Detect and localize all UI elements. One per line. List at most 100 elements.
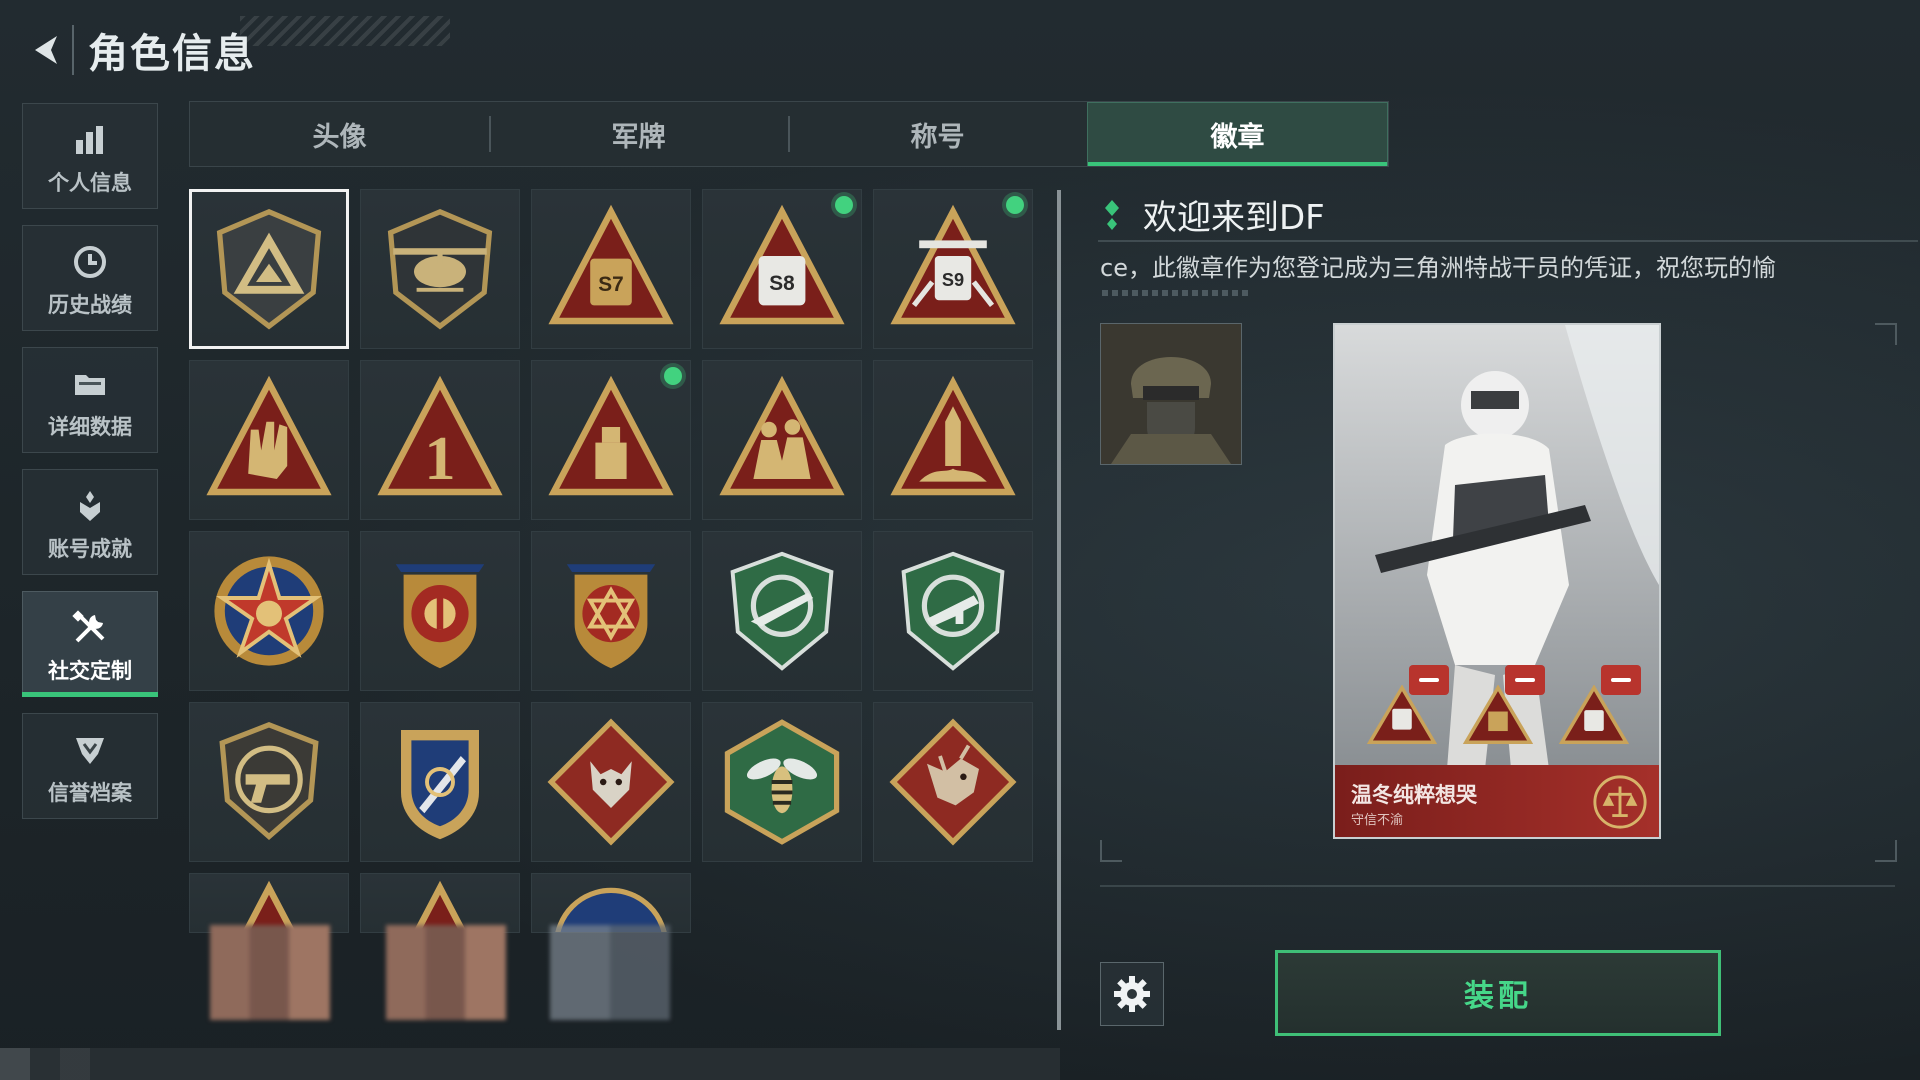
badge-cell[interactable] — [531, 360, 691, 520]
wasp-hexagon-badge-icon — [724, 719, 840, 845]
gear-icon — [1114, 976, 1150, 1012]
settings-button[interactable] — [1100, 962, 1164, 1026]
rocket-badge-icon — [890, 375, 1016, 496]
frame-corner — [1875, 840, 1897, 862]
s9-triangle-badge-icon: S9 — [890, 204, 1016, 325]
tab-avatar[interactable]: 头像 — [190, 102, 489, 166]
divider — [1100, 885, 1895, 887]
avatar[interactable] — [1100, 323, 1242, 465]
badge-cell[interactable] — [189, 702, 349, 862]
badge-cell[interactable] — [189, 360, 349, 520]
back-button[interactable] — [22, 25, 74, 75]
usb-triangle-badge-icon — [548, 375, 674, 496]
badge-cell[interactable] — [531, 531, 691, 691]
badge-cell[interactable] — [189, 189, 349, 349]
new-indicator-dot — [664, 367, 682, 385]
badge-cell[interactable] — [702, 531, 862, 691]
tools-icon — [72, 610, 105, 643]
sidebar-item-social[interactable]: 社交定制 — [22, 591, 158, 697]
delta-shield-badge-icon — [216, 208, 322, 330]
s8-triangle-badge-icon: S8 — [719, 204, 845, 325]
badge-cell[interactable] — [189, 873, 349, 933]
sidebar-item-label: 详细数据 — [48, 415, 132, 439]
remove-badge-button[interactable] — [1409, 665, 1449, 695]
sidebar-item-label: 历史战绩 — [48, 293, 132, 317]
badge-cell[interactable]: S8 — [702, 189, 862, 349]
badge-cell[interactable] — [873, 360, 1033, 520]
sidebar: 个人信息 历史战绩 详细数据 账号成就 社交定制 信誉档案 — [22, 103, 160, 835]
tab-dog-tag[interactable]: 军牌 — [489, 102, 788, 166]
scroll-indicator — [1102, 290, 1252, 296]
blurred-badge — [386, 925, 506, 1020]
bottom-strip — [0, 1048, 1060, 1080]
remove-badge-button[interactable] — [1505, 665, 1545, 695]
badge-cell[interactable]: S7 — [531, 189, 691, 349]
tab-badge[interactable]: 徽章 — [1087, 102, 1388, 166]
sidebar-item-label: 账号成就 — [48, 537, 132, 561]
sidebar-item-profile[interactable]: 个人信息 — [22, 103, 158, 209]
grid-scrollbar[interactable] — [1057, 190, 1061, 1030]
title-decoration — [240, 16, 450, 46]
remove-badge-button[interactable] — [1601, 665, 1641, 695]
scales-emblem-icon — [1593, 775, 1647, 829]
badge-cell[interactable] — [360, 702, 520, 862]
dragon-diamond-badge-icon — [889, 718, 1017, 846]
tab-bar: 头像 军牌 称号 徽章 — [189, 101, 1389, 167]
pistol-shield-badge-icon — [219, 722, 319, 841]
soldiers-badge-icon — [719, 375, 845, 496]
svg-text:S9: S9 — [942, 270, 964, 290]
diamond-marker-icon — [1105, 199, 1119, 230]
soldier-portrait-image — [1101, 324, 1241, 464]
profile-card-preview: 温冬纯粹想哭 守信不渝 — [1333, 323, 1661, 839]
badge-detail-header: 欢迎来到DF — [1105, 190, 1325, 239]
svg-text:S8: S8 — [769, 272, 794, 295]
badge-detail-title: 欢迎来到DF — [1143, 198, 1325, 238]
wolf-diamond-badge-icon — [547, 718, 675, 846]
card-footer: 温冬纯粹想哭 守信不渝 — [1335, 765, 1659, 837]
trophy-icon — [80, 491, 100, 521]
green-rifle-badge-icon — [730, 551, 834, 671]
badge-cell[interactable] — [360, 531, 520, 691]
badge-cell[interactable] — [531, 702, 691, 862]
s7-triangle-badge-icon: S7 — [548, 204, 674, 325]
crest-shield-badge-icon — [395, 564, 485, 669]
knife-crest-badge-icon — [401, 730, 479, 840]
number-one-badge-icon: 1 — [377, 375, 503, 496]
sidebar-item-label: 社交定制 — [48, 659, 132, 683]
svg-text:S7: S7 — [598, 273, 623, 296]
new-indicator-dot — [835, 196, 853, 214]
green-smg-badge-icon — [901, 551, 1005, 671]
folder-icon — [75, 375, 105, 395]
card-player-name: 温冬纯粹想哭 — [1351, 783, 1477, 807]
divider — [1098, 240, 1918, 242]
sidebar-item-label: 个人信息 — [48, 171, 132, 195]
badge-cell[interactable] — [873, 531, 1033, 691]
new-indicator-dot — [1006, 196, 1024, 214]
blurred-badge — [210, 925, 330, 1020]
clock-icon — [74, 246, 106, 278]
bar-chart-icon — [76, 126, 103, 154]
tab-title[interactable]: 称号 — [788, 102, 1087, 166]
badge-cell[interactable]: S9 — [873, 189, 1033, 349]
badge-cell[interactable] — [531, 873, 691, 933]
equip-button[interactable]: 装配 — [1275, 950, 1721, 1036]
badge-cell[interactable] — [360, 873, 520, 933]
sidebar-item-history[interactable]: 历史战绩 — [22, 225, 158, 331]
svg-text:1: 1 — [424, 424, 455, 493]
badge-cell[interactable]: 1 — [360, 360, 520, 520]
badge-cell[interactable] — [702, 360, 862, 520]
badge-cell[interactable] — [873, 702, 1033, 862]
badge-cell[interactable] — [189, 531, 349, 691]
frame-corner — [1875, 323, 1897, 345]
badge-description: ce，此徽章作为您登记成为三角洲特战干员的凭证，祝您玩的愉 — [1100, 254, 1776, 282]
shield-check-icon — [76, 738, 104, 764]
sidebar-item-achievements[interactable]: 账号成就 — [22, 469, 158, 575]
back-arrow-icon — [35, 36, 57, 64]
star-wreath-badge-icon — [214, 556, 324, 666]
badge-cell[interactable] — [360, 189, 520, 349]
sidebar-item-reputation[interactable]: 信誉档案 — [22, 713, 158, 819]
sidebar-item-details[interactable]: 详细数据 — [22, 347, 158, 453]
rock-hand-badge-icon — [206, 375, 332, 496]
helicopter-badge-icon — [387, 208, 493, 330]
badge-cell[interactable] — [702, 702, 862, 862]
